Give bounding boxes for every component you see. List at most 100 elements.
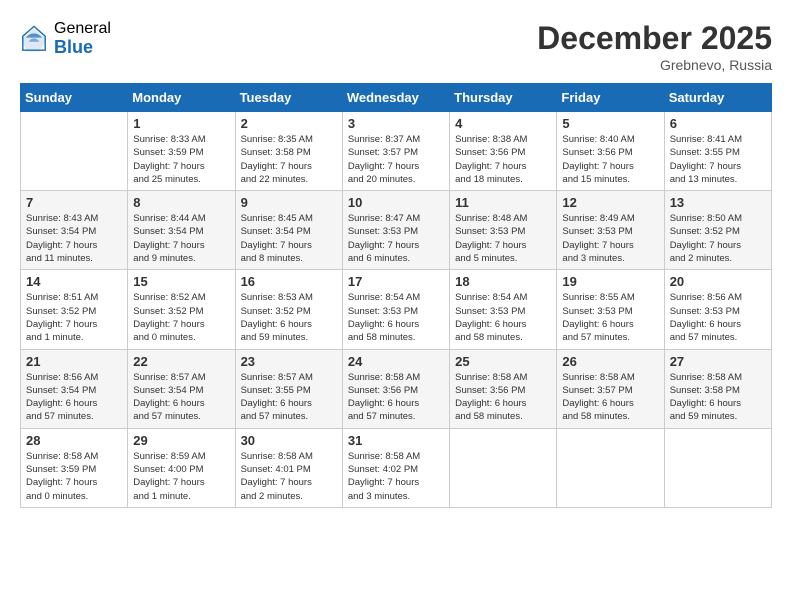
calendar-cell: 31 Sunrise: 8:58 AMSunset: 4:02 PMDayligh… bbox=[342, 428, 449, 507]
day-info: Sunrise: 8:57 AMSunset: 3:55 PMDaylight:… bbox=[241, 371, 337, 424]
day-number: 13 bbox=[670, 195, 766, 210]
calendar-week-row: 28 Sunrise: 8:58 AMSunset: 3:59 PMDayligh… bbox=[21, 428, 772, 507]
day-number: 1 bbox=[133, 116, 229, 131]
calendar-cell: 6 Sunrise: 8:41 AMSunset: 3:55 PMDaylight… bbox=[664, 112, 771, 191]
day-info: Sunrise: 8:54 AMSunset: 3:53 PMDaylight:… bbox=[455, 291, 551, 344]
day-info: Sunrise: 8:51 AMSunset: 3:52 PMDaylight:… bbox=[26, 291, 122, 344]
calendar-cell: 7 Sunrise: 8:43 AMSunset: 3:54 PMDaylight… bbox=[21, 191, 128, 270]
day-info: Sunrise: 8:41 AMSunset: 3:55 PMDaylight:… bbox=[670, 133, 766, 186]
day-number: 4 bbox=[455, 116, 551, 131]
logo: General Blue bbox=[20, 20, 111, 57]
day-info: Sunrise: 8:58 AMSunset: 3:58 PMDaylight:… bbox=[670, 371, 766, 424]
day-number: 12 bbox=[562, 195, 658, 210]
calendar-cell: 19 Sunrise: 8:55 AMSunset: 3:53 PMDayligh… bbox=[557, 270, 664, 349]
day-info: Sunrise: 8:43 AMSunset: 3:54 PMDaylight:… bbox=[26, 212, 122, 265]
calendar-cell: 21 Sunrise: 8:56 AMSunset: 3:54 PMDayligh… bbox=[21, 349, 128, 428]
day-info: Sunrise: 8:47 AMSunset: 3:53 PMDaylight:… bbox=[348, 212, 444, 265]
day-of-week-header: Tuesday bbox=[235, 84, 342, 112]
calendar-cell: 18 Sunrise: 8:54 AMSunset: 3:53 PMDayligh… bbox=[450, 270, 557, 349]
calendar-cell: 29Sunrise: 8:59 AMSunset: 4:00 PMDayligh… bbox=[128, 428, 235, 507]
location: Grebnevo, Russia bbox=[537, 57, 772, 73]
day-number: 5 bbox=[562, 116, 658, 131]
day-info: Sunrise: 8:53 AMSunset: 3:52 PMDaylight:… bbox=[241, 291, 337, 344]
day-number: 6 bbox=[670, 116, 766, 131]
calendar-table: SundayMondayTuesdayWednesdayThursdayFrid… bbox=[20, 83, 772, 508]
day-number: 15 bbox=[133, 274, 229, 289]
day-info: Sunrise: 8:38 AMSunset: 3:56 PMDaylight:… bbox=[455, 133, 551, 186]
day-info: Sunrise: 8:54 AMSunset: 3:53 PMDaylight:… bbox=[348, 291, 444, 344]
calendar-cell: 9Sunrise: 8:45 AMSunset: 3:54 PMDaylight… bbox=[235, 191, 342, 270]
day-info: Sunrise: 8:55 AMSunset: 3:53 PMDaylight:… bbox=[562, 291, 658, 344]
day-info: Sunrise: 8:35 AMSunset: 3:58 PMDaylight:… bbox=[241, 133, 337, 186]
day-number: 8 bbox=[133, 195, 229, 210]
day-number: 7 bbox=[26, 195, 122, 210]
day-number: 3 bbox=[348, 116, 444, 131]
day-number: 30 bbox=[241, 433, 337, 448]
day-info: Sunrise: 8:50 AMSunset: 3:52 PMDaylight:… bbox=[670, 212, 766, 265]
day-info: Sunrise: 8:44 AMSunset: 3:54 PMDaylight:… bbox=[133, 212, 229, 265]
logo-general: General bbox=[54, 20, 111, 38]
calendar-cell bbox=[450, 428, 557, 507]
day-number: 20 bbox=[670, 274, 766, 289]
calendar-cell: 2 Sunrise: 8:35 AMSunset: 3:58 PMDaylight… bbox=[235, 112, 342, 191]
logo-text: General Blue bbox=[54, 20, 111, 57]
calendar-cell: 11Sunrise: 8:48 AMSunset: 3:53 PMDayligh… bbox=[450, 191, 557, 270]
calendar-cell: 27 Sunrise: 8:58 AMSunset: 3:58 PMDayligh… bbox=[664, 349, 771, 428]
day-number: 19 bbox=[562, 274, 658, 289]
day-number: 18 bbox=[455, 274, 551, 289]
day-info: Sunrise: 8:40 AMSunset: 3:56 PMDaylight:… bbox=[562, 133, 658, 186]
calendar-cell: 28 Sunrise: 8:58 AMSunset: 3:59 PMDayligh… bbox=[21, 428, 128, 507]
day-number: 21 bbox=[26, 354, 122, 369]
day-of-week-header: Monday bbox=[128, 84, 235, 112]
day-info: Sunrise: 8:56 AMSunset: 3:54 PMDaylight:… bbox=[26, 371, 122, 424]
day-number: 22 bbox=[133, 354, 229, 369]
day-info: Sunrise: 8:58 AMSunset: 3:59 PMDaylight:… bbox=[26, 450, 122, 503]
day-of-week-header: Friday bbox=[557, 84, 664, 112]
day-number: 26 bbox=[562, 354, 658, 369]
day-info: Sunrise: 8:57 AMSunset: 3:54 PMDaylight:… bbox=[133, 371, 229, 424]
day-number: 28 bbox=[26, 433, 122, 448]
day-number: 24 bbox=[348, 354, 444, 369]
calendar-cell: 25 Sunrise: 8:58 AMSunset: 3:56 PMDayligh… bbox=[450, 349, 557, 428]
calendar-week-row: 1Sunrise: 8:33 AMSunset: 3:59 PMDaylight… bbox=[21, 112, 772, 191]
day-number: 11 bbox=[455, 195, 551, 210]
calendar-cell: 10Sunrise: 8:47 AMSunset: 3:53 PMDayligh… bbox=[342, 191, 449, 270]
calendar-week-row: 7 Sunrise: 8:43 AMSunset: 3:54 PMDaylight… bbox=[21, 191, 772, 270]
day-info: Sunrise: 8:58 AMSunset: 3:57 PMDaylight:… bbox=[562, 371, 658, 424]
day-number: 31 bbox=[348, 433, 444, 448]
calendar-cell: 14 Sunrise: 8:51 AMSunset: 3:52 PMDayligh… bbox=[21, 270, 128, 349]
day-number: 17 bbox=[348, 274, 444, 289]
day-number: 25 bbox=[455, 354, 551, 369]
day-number: 2 bbox=[241, 116, 337, 131]
day-number: 29 bbox=[133, 433, 229, 448]
day-of-week-header: Sunday bbox=[21, 84, 128, 112]
day-of-week-header: Wednesday bbox=[342, 84, 449, 112]
day-info: Sunrise: 8:37 AMSunset: 3:57 PMDaylight:… bbox=[348, 133, 444, 186]
calendar-cell: 30Sunrise: 8:58 AMSunset: 4:01 PMDayligh… bbox=[235, 428, 342, 507]
calendar-header-row: SundayMondayTuesdayWednesdayThursdayFrid… bbox=[21, 84, 772, 112]
calendar-week-row: 21 Sunrise: 8:56 AMSunset: 3:54 PMDayligh… bbox=[21, 349, 772, 428]
calendar-cell: 16Sunrise: 8:53 AMSunset: 3:52 PMDayligh… bbox=[235, 270, 342, 349]
day-of-week-header: Saturday bbox=[664, 84, 771, 112]
day-of-week-header: Thursday bbox=[450, 84, 557, 112]
day-number: 27 bbox=[670, 354, 766, 369]
calendar-cell: 4 Sunrise: 8:38 AMSunset: 3:56 PMDaylight… bbox=[450, 112, 557, 191]
calendar-cell: 15 Sunrise: 8:52 AMSunset: 3:52 PMDayligh… bbox=[128, 270, 235, 349]
calendar-cell: 1Sunrise: 8:33 AMSunset: 3:59 PMDaylight… bbox=[128, 112, 235, 191]
day-number: 9 bbox=[241, 195, 337, 210]
day-info: Sunrise: 8:56 AMSunset: 3:53 PMDaylight:… bbox=[670, 291, 766, 344]
calendar-cell: 3 Sunrise: 8:37 AMSunset: 3:57 PMDaylight… bbox=[342, 112, 449, 191]
calendar-cell: 22 Sunrise: 8:57 AMSunset: 3:54 PMDayligh… bbox=[128, 349, 235, 428]
calendar-cell: 12Sunrise: 8:49 AMSunset: 3:53 PMDayligh… bbox=[557, 191, 664, 270]
calendar-cell: 17 Sunrise: 8:54 AMSunset: 3:53 PMDayligh… bbox=[342, 270, 449, 349]
page-header: General Blue December 2025 Grebnevo, Rus… bbox=[20, 20, 772, 73]
calendar-cell: 24 Sunrise: 8:58 AMSunset: 3:56 PMDayligh… bbox=[342, 349, 449, 428]
day-info: Sunrise: 8:58 AMSunset: 4:02 PMDaylight:… bbox=[348, 450, 444, 503]
calendar-cell bbox=[664, 428, 771, 507]
day-number: 14 bbox=[26, 274, 122, 289]
calendar-cell: 26 Sunrise: 8:58 AMSunset: 3:57 PMDayligh… bbox=[557, 349, 664, 428]
day-number: 23 bbox=[241, 354, 337, 369]
day-info: Sunrise: 8:52 AMSunset: 3:52 PMDaylight:… bbox=[133, 291, 229, 344]
day-info: Sunrise: 8:58 AMSunset: 3:56 PMDaylight:… bbox=[455, 371, 551, 424]
day-info: Sunrise: 8:58 AMSunset: 3:56 PMDaylight:… bbox=[348, 371, 444, 424]
